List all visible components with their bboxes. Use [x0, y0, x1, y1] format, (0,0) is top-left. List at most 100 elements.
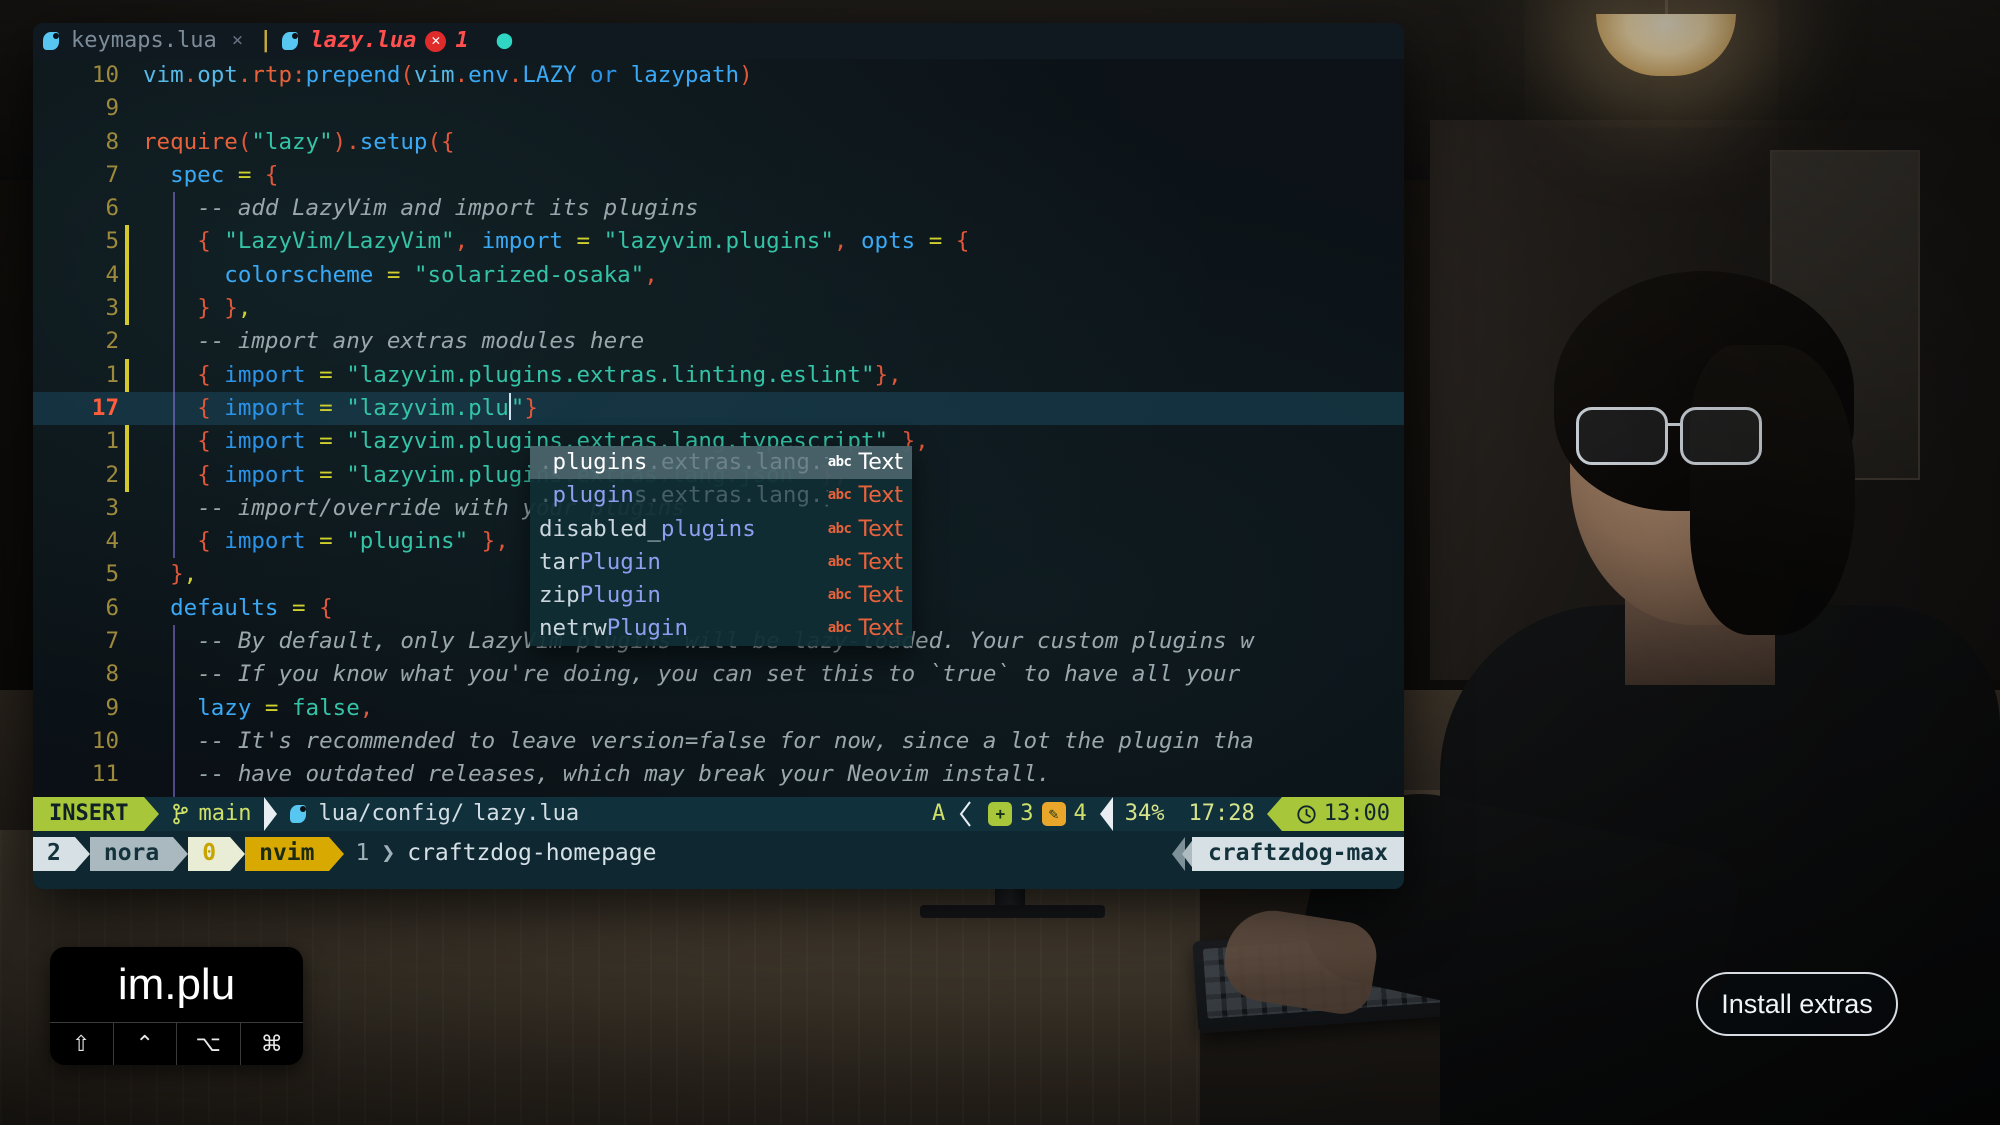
- mode-arrow-icon: [144, 797, 160, 831]
- chevron-right-icon: ❯: [381, 840, 396, 867]
- keycast-modifier-row: ⇧ ⌃ ⌥ ⌘: [50, 1022, 303, 1065]
- code-line[interactable]: 8 require("lazy").setup({: [33, 126, 1404, 159]
- completion-item-kind: abc Text: [828, 446, 903, 479]
- indent-guide: [173, 625, 175, 659]
- code-line-text: } },: [197, 295, 252, 322]
- line-number: 17: [91, 394, 119, 421]
- line-number: 1: [105, 428, 119, 455]
- command-key: ⌘: [260, 1031, 283, 1057]
- text-kind-icon: abc: [827, 620, 852, 637]
- indent-guide: [173, 425, 175, 459]
- status-mode: INSERT: [33, 797, 145, 831]
- tmux-zero-indicator: 0: [188, 837, 231, 871]
- neovim-icon: [282, 31, 301, 51]
- status-filepath[interactable]: lua/config/lazy.lua: [277, 797, 592, 831]
- chevron-left-icon: [960, 801, 972, 827]
- status-branch[interactable]: main: [159, 797, 264, 831]
- tmux-pane-index: 1: [355, 840, 370, 867]
- completion-item[interactable]: netrwPlugin abc Text: [530, 612, 912, 645]
- code-line-text: { import = "plugins" },: [197, 528, 509, 555]
- code-line[interactable]: 2 -- import any extras modules here: [33, 325, 1404, 359]
- modified-indicator-icon: ●: [496, 25, 513, 56]
- code-line[interactable]: 8 -- If you know what you're doing, you …: [33, 658, 1404, 692]
- text-kind-icon: abc: [827, 454, 852, 470]
- completion-item[interactable]: .plugins.extras.lang.typescriptabc Text: [530, 446, 912, 480]
- completion-kind-label: Text: [858, 616, 904, 642]
- tab-separator: |: [259, 28, 273, 54]
- completion-kind-label: Text: [858, 549, 904, 575]
- code-line[interactable]: 10 -- It's recommended to leave version=…: [33, 724, 1404, 759]
- git-added-icon: +: [988, 802, 1013, 826]
- code-line[interactable]: 17 { import = "lazyvim.plu"}: [33, 391, 1404, 426]
- text-kind-icon: abc: [827, 553, 852, 570]
- neovim-icon: [290, 804, 309, 824]
- line-number: 10: [91, 727, 119, 754]
- completion-item[interactable]: tarPlugin abc Text: [530, 546, 912, 579]
- completion-kind-label: Text: [858, 483, 904, 509]
- code-line[interactable]: 7 spec = {: [33, 159, 1404, 192]
- line-number: 8: [105, 661, 119, 688]
- code-line[interactable]: 11 -- have outdated releases, which may …: [33, 758, 1404, 792]
- close-icon[interactable]: ×: [226, 24, 249, 57]
- file-dir: lua/config/: [318, 801, 465, 827]
- tab-lazy-lua[interactable]: lazy.lua ✕ 1: [272, 23, 478, 59]
- cursor-position: 17:28: [1188, 801, 1255, 827]
- keycast-overlay: im.plu ⇧ ⌃ ⌥ ⌘: [50, 947, 303, 1065]
- code-line[interactable]: 4 colorscheme = "solarized-osaka",: [33, 258, 1404, 293]
- statusline-right: A + 3 ✎ 4 34% 17:28 13:00: [920, 797, 1404, 831]
- indent-guide: [173, 458, 175, 492]
- code-line[interactable]: 6 -- add LazyVim and import its plugins: [33, 192, 1404, 226]
- tmux-arrow-3-icon: [230, 837, 246, 871]
- code-line[interactable]: 10 vim.opt.rtp:prepend(vim.env.LAZY or la…: [33, 59, 1404, 92]
- git-changed-count: 4: [1073, 801, 1087, 827]
- code-line[interactable]: 9 lazy = false,: [33, 691, 1404, 725]
- completion-item-label: zipPlugin: [539, 582, 661, 609]
- indent-guide: [173, 325, 175, 359]
- line-number: 6: [105, 594, 119, 621]
- line-number: 5: [105, 228, 119, 255]
- status-clock: 13:00: [1281, 797, 1404, 831]
- code-line-text: colorscheme = "solarized-osaka",: [224, 261, 658, 288]
- indent-guide: [173, 225, 175, 259]
- completion-item-label: .plugins.extras.lang.typescript: [539, 449, 828, 475]
- indent-guide: [173, 658, 175, 692]
- line-number: 11: [91, 761, 119, 788]
- code-line[interactable]: 3 } },: [33, 292, 1404, 326]
- completion-item-label: netrwPlugin: [539, 615, 689, 642]
- code-line[interactable]: 9: [33, 92, 1404, 125]
- line-number: 9: [105, 694, 119, 721]
- line-number: 2: [105, 328, 119, 355]
- clock-icon: [1297, 804, 1316, 824]
- completion-popup[interactable]: .plugins.extras.lang.typescriptabcText.p…: [530, 446, 912, 646]
- neovim-icon: [43, 31, 62, 51]
- indent-guide: [173, 391, 175, 426]
- scroll-percent: 34%: [1124, 801, 1165, 827]
- completion-item[interactable]: zipPlugin abc Text: [530, 579, 912, 612]
- chevron-right-icon: [264, 797, 278, 831]
- tmux-program-name[interactable]: nvim: [245, 837, 329, 871]
- text-kind-icon: abc: [827, 587, 852, 604]
- clock-arrow-icon: [1266, 797, 1282, 831]
- terminal-window[interactable]: keymaps.lua × | lazy.lua ✕ 1 ● 10 vim.opt…: [33, 23, 1404, 889]
- code-buffer[interactable]: 10 vim.opt.rtp:prepend(vim.env.LAZY or la…: [33, 59, 1404, 827]
- git-change-marker: [125, 225, 129, 259]
- completion-item[interactable]: .plugins.extras.lang.jsonabc Text: [530, 479, 912, 512]
- tmux-session-name: craftzdog-homepage: [407, 840, 657, 867]
- error-badge-icon: ✕: [425, 30, 447, 52]
- code-line-text: { import = "lazyvim.plugins.extras.linti…: [197, 361, 902, 388]
- shift-key: ⇧: [50, 1023, 114, 1065]
- completion-kind-label: Text: [858, 583, 904, 609]
- code-line-text: -- If you know what you're doing, you ca…: [197, 661, 1241, 688]
- tab-keymaps-lua[interactable]: keymaps.lua ×: [33, 23, 259, 59]
- completion-item[interactable]: disabled_plugins abc Text: [530, 513, 912, 546]
- code-line-text: vim.opt.rtp:prepend(vim.env.LAZY or lazy…: [143, 62, 753, 88]
- code-line-text: },: [170, 561, 198, 588]
- tmux-statusbar: 2 nora 0 nvim 1 ❯ craftzdog-homepage cra…: [33, 831, 1404, 889]
- git-branch-icon: [173, 803, 189, 825]
- code-line[interactable]: 1 { import = "lazyvim.plugins.extras.lin…: [33, 358, 1404, 392]
- tmux-host-right: craftzdog-max: [1191, 837, 1404, 871]
- keycast-typed-text: im.plu: [117, 959, 236, 1009]
- tmux-window-number[interactable]: 2: [33, 837, 75, 871]
- install-extras-button[interactable]: Install extras: [1696, 972, 1898, 1036]
- code-line[interactable]: 5 { "LazyVim/LazyVim", import = "lazyvim…: [33, 225, 1404, 259]
